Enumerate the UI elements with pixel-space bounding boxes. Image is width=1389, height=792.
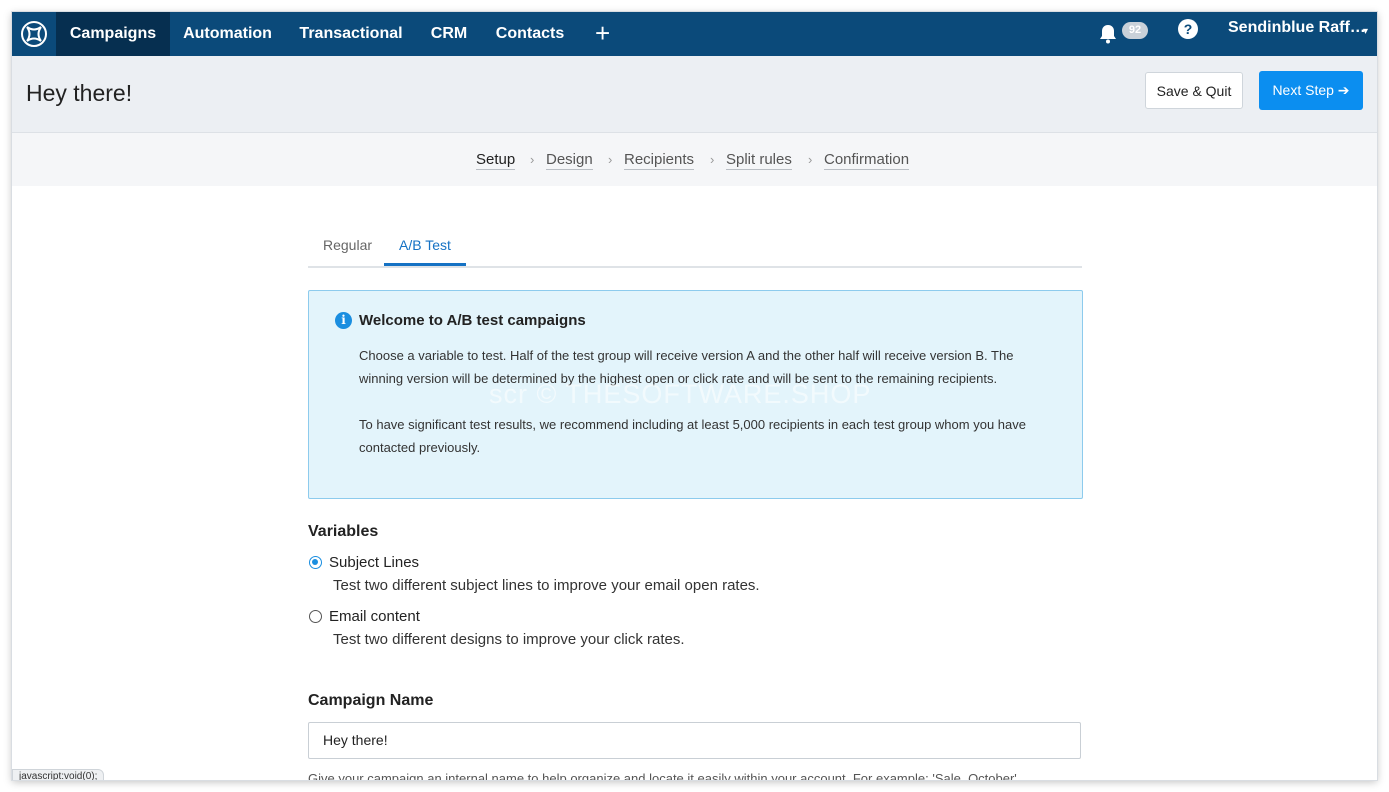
- link-status-bar: javascript:void(0);: [12, 769, 105, 780]
- nav-contacts[interactable]: Contacts: [481, 12, 579, 56]
- info-paragraph: To have significant test results, we rec…: [359, 417, 1026, 455]
- info-icon: i: [335, 312, 352, 329]
- nav-crm[interactable]: CRM: [417, 12, 481, 56]
- page-header: Hey there! Save & Quit Next Step ➔: [12, 56, 1377, 133]
- step-confirmation[interactable]: Confirmation: [824, 151, 910, 170]
- chevron-right-icon: ›: [608, 152, 613, 167]
- campaign-name-label: Campaign Name: [308, 692, 434, 709]
- email-content-label[interactable]: Email content: [329, 608, 420, 625]
- app-window: Campaigns Automation Transactional CRM C…: [12, 12, 1377, 780]
- save-quit-button[interactable]: Save & Quit: [1145, 72, 1243, 109]
- step-split-rules[interactable]: Split rules: [726, 151, 792, 170]
- watermark: scr © THESOFTWARE.SHOP: [489, 379, 872, 409]
- bell-icon[interactable]: [1098, 23, 1118, 45]
- chevron-right-icon: ›: [530, 152, 535, 167]
- next-step-button[interactable]: Next Step ➔: [1259, 71, 1363, 110]
- campaign-name-input[interactable]: Hey there!: [308, 722, 1081, 759]
- chevron-right-icon: ›: [710, 152, 715, 167]
- ab-test-info-box: i Welcome to A/B test campaigns Choose a…: [308, 290, 1083, 499]
- tab-ab-test[interactable]: A/B Test: [399, 237, 451, 253]
- progress-stepper: Setup › Design › Recipients › Split rule…: [12, 133, 1377, 186]
- help-icon[interactable]: ?: [1178, 19, 1198, 39]
- chevron-right-icon: ›: [808, 152, 813, 167]
- variables-label: Variables: [308, 523, 379, 540]
- campaign-name-helper: Give your campaign an internal name to h…: [308, 771, 1017, 780]
- email-content-radio[interactable]: [309, 610, 322, 623]
- page-title: Hey there!: [26, 80, 133, 106]
- account-menu[interactable]: Sendinblue Raff…: [1228, 12, 1366, 56]
- nav-campaigns[interactable]: Campaigns: [56, 12, 170, 56]
- add-nav-item-button[interactable]: +: [595, 12, 610, 56]
- email-content-description: Test two different designs to improve yo…: [333, 631, 685, 648]
- nav-transactional[interactable]: Transactional: [285, 12, 417, 56]
- top-navigation: Campaigns Automation Transactional CRM C…: [12, 12, 1377, 56]
- campaign-type-tabs: Regular A/B Test: [308, 230, 1082, 268]
- step-setup[interactable]: Setup: [476, 151, 516, 170]
- tab-regular[interactable]: Regular: [323, 237, 372, 253]
- info-title: Welcome to A/B test campaigns: [359, 312, 586, 329]
- subject-lines-radio[interactable]: [309, 556, 322, 569]
- nav-automation[interactable]: Automation: [170, 12, 285, 56]
- notification-count-badge: 92: [1122, 22, 1148, 39]
- subject-lines-label[interactable]: Subject Lines: [329, 554, 419, 571]
- chevron-down-icon[interactable]: ▾: [1363, 26, 1368, 37]
- sendinblue-logo-icon[interactable]: [12, 12, 56, 56]
- step-design[interactable]: Design: [546, 151, 593, 170]
- active-tab-indicator: [384, 263, 466, 266]
- subject-lines-description: Test two different subject lines to impr…: [333, 577, 760, 594]
- step-recipients[interactable]: Recipients: [624, 151, 695, 170]
